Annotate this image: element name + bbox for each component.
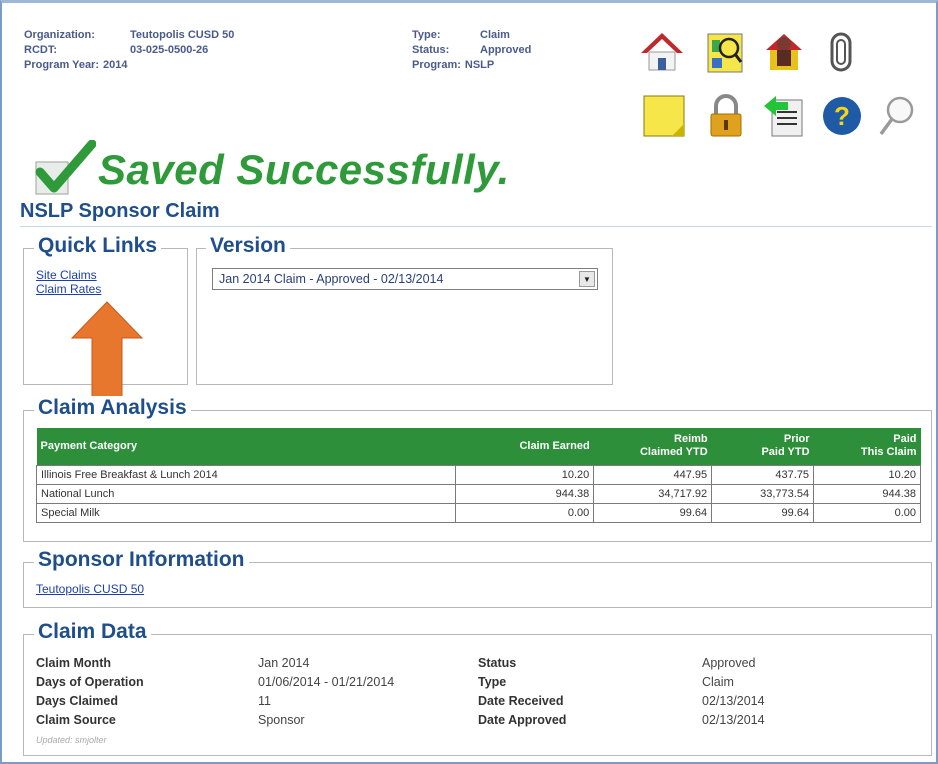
rcdt-label: RCDT: [24,44,57,56]
help-icon[interactable]: ? [820,94,864,138]
organization-value: Teutopolis CUSD 50 [130,29,235,41]
table-row: Illinois Free Breakfast & Lunch 2014 10.… [35,464,921,485]
version-legend: Version [206,234,290,258]
version-select-value: Jan 2014 Claim - Approved - 02/13/2014 [219,272,444,286]
claim-data-values-left: Jan 2014 01/06/2014 - 01/21/2014 11 Spon… [258,654,394,730]
claim-data-labels-left: Claim Month Days of Operation Days Claim… [36,654,144,730]
cell-earned: 0.00 [455,502,595,523]
table-row: Special Milk 0.00 99.64 99.64 0.00 [35,502,921,523]
organization-label: Organization: [24,29,95,41]
status-label: Status: [412,44,450,56]
date-approved-label: Date Approved [478,713,567,727]
notes-icon[interactable] [642,94,686,138]
program-value: NSLP [464,59,495,71]
status-value-cd: Approved [702,656,756,670]
svg-text:?: ? [834,101,850,131]
lock-icon[interactable] [704,94,748,138]
cell-category: National Lunch [35,483,457,504]
site-claims-link[interactable]: Site Claims [36,268,97,282]
cell-category: Special Milk [35,502,457,523]
date-received-label: Date Received [478,694,564,708]
export-icon[interactable] [762,94,806,138]
days-claimed-label: Days Claimed [36,694,118,708]
attachment-icon[interactable] [820,30,864,74]
home-icon[interactable] [640,30,684,74]
status-label-cd: Status [478,656,517,670]
type-value-cd: Claim [702,675,734,689]
cell-prior: 99.64 [711,502,815,523]
cell-prior: 437.75 [711,464,815,485]
type-label: Type: [412,29,441,41]
table-header-row: Payment Category Claim Earned Reimb Claim… [36,428,921,465]
version-select[interactable]: Jan 2014 Claim - Approved - 02/13/2014 ▼ [212,268,598,290]
claim-rates-link[interactable]: Claim Rates [36,282,101,296]
col-prior-paid-ytd: Prior Paid YTD [711,428,814,465]
cell-reimb: 447.95 [593,464,713,485]
cell-paid: 0.00 [813,502,921,523]
type-value: Claim [480,29,510,41]
header-info-mid: Type: Claim Status: Approved Program: NSLP [412,28,531,73]
claim-analysis-table: Payment Category Claim Earned Reimb Claim… [35,428,921,523]
date-approved-value: 02/13/2014 [702,713,765,727]
claim-analysis-legend: Claim Analysis [34,396,191,420]
cell-paid: 10.20 [813,464,921,485]
claim-data-labels-right: Status Type Date Received Date Approved [478,654,566,730]
program-year-value: 2014 [103,59,128,71]
search-person-icon[interactable] [704,30,748,74]
col-claim-earned: Claim Earned [455,428,594,465]
claim-data-legend: Claim Data [34,620,151,644]
claim-source-label: Claim Source [36,713,116,727]
rcdt-value: 03-025-0500-26 [130,44,209,56]
sponsor-info-legend: Sponsor Information [34,548,249,572]
program-label: Program: [412,59,461,71]
title-divider [20,226,932,227]
table-row: National Lunch 944.38 34,717.92 33,773.5… [35,483,921,504]
annotation-arrow-icon [70,301,144,399]
cell-paid: 944.38 [813,483,921,504]
check-icon [35,140,96,195]
col-reimb-claimed-ytd: Reimb Claimed YTD [593,428,712,465]
col-payment-category: Payment Category [36,428,456,465]
status-value: Approved [480,44,532,56]
claim-source-value: Sponsor [258,713,305,727]
cell-earned: 944.38 [455,483,595,504]
quick-links-legend: Quick Links [34,234,162,258]
user-admin-icon[interactable] [762,30,806,74]
updated-by-note: Updated: smjolter [36,735,107,745]
cell-category: Illinois Free Breakfast & Lunch 2014 [35,464,457,485]
date-received-value: 02/13/2014 [702,694,765,708]
search-icon[interactable] [876,94,920,138]
program-year-label: Program Year: [24,59,100,71]
days-claimed-value: 11 [258,694,271,708]
cell-prior: 33,773.54 [711,483,815,504]
claim-month-value: Jan 2014 [258,656,310,670]
saved-message: Saved Successfully. [98,146,510,193]
days-operation-value: 01/06/2014 - 01/21/2014 [258,675,395,689]
type-label-cd: Type [478,675,507,689]
cell-earned: 10.20 [455,464,595,485]
days-operation-label: Days of Operation [36,675,144,689]
claim-data-values-right: Approved Claim 02/13/2014 02/13/2014 [702,654,765,730]
chevron-down-icon[interactable]: ▼ [579,271,595,287]
sponsor-link[interactable]: Teutopolis CUSD 50 [36,582,144,596]
page-title: NSLP Sponsor Claim [20,200,220,222]
col-paid-this-claim: Paid This Claim [813,428,921,465]
header-info-left: Organization: Teutopolis CUSD 50 RCDT: 03-… [24,28,234,73]
cell-reimb: 99.64 [593,502,713,523]
cell-reimb: 34,717.92 [593,483,713,504]
claim-month-label: Claim Month [36,656,111,670]
